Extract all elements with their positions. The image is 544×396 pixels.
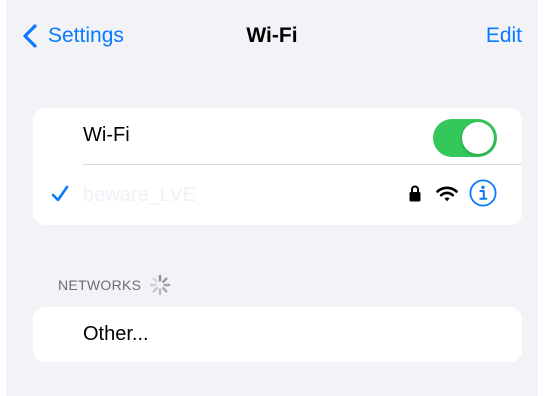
toggle-knob (462, 122, 494, 154)
wifi-toggle-row: Wi-Fi (33, 108, 522, 164)
lock-icon (409, 185, 421, 202)
info-icon[interactable] (469, 179, 497, 207)
loading-spinner-icon (150, 274, 171, 296)
wifi-label: Wi-Fi (83, 124, 130, 146)
other-network-row[interactable]: Other... (33, 307, 522, 362)
wifi-card: Wi-Fi beware_LVE (33, 108, 522, 225)
networks-section-header: NETWORKS (58, 274, 171, 296)
networks-section-title: NETWORKS (58, 277, 142, 293)
network-name: beware_LVE (83, 184, 197, 206)
wifi-toggle[interactable] (433, 119, 497, 157)
connected-network-row[interactable]: beware_LVE (33, 164, 522, 220)
checkmark-icon (51, 185, 69, 202)
wifi-signal-icon (436, 186, 458, 202)
page-title: Wi-Fi (246, 24, 298, 47)
other-network-label: Other... (83, 323, 149, 345)
edit-button[interactable]: Edit (486, 20, 522, 52)
wifi-settings-screen: Settings Wi-Fi Edit Wi-Fi beware_LVE NET… (0, 0, 544, 396)
